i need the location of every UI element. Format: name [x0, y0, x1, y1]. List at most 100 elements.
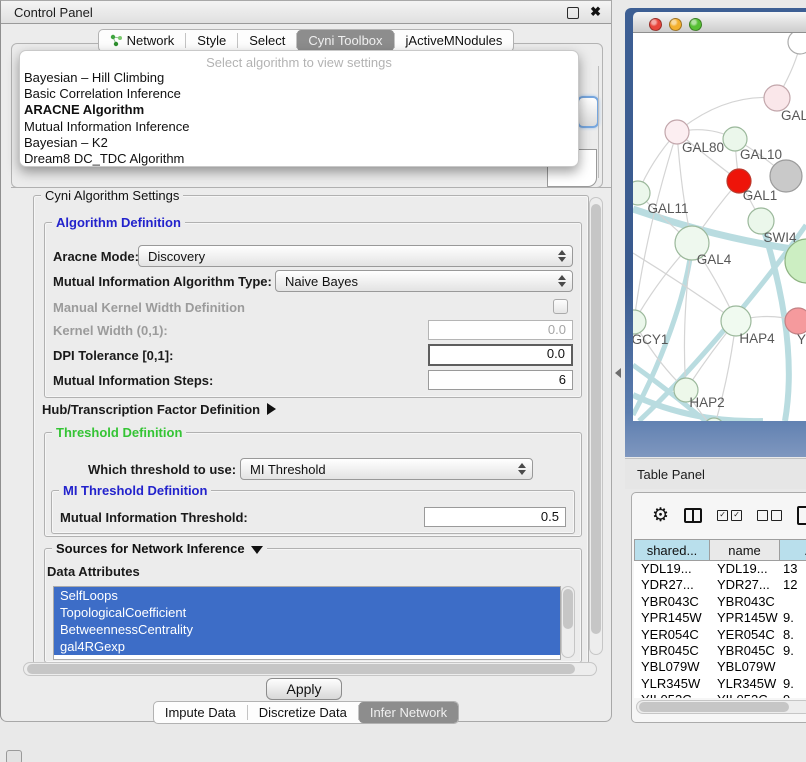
group-title: Threshold Definition [52, 425, 186, 440]
table-cell: 9. [780, 643, 806, 659]
network-node-label: GAL80 [682, 140, 724, 155]
dpi-tolerance-label: DPI Tolerance [0,1]: [53, 348, 173, 363]
network-node-label: HAP2 [689, 395, 724, 410]
algorithm-option[interactable]: Bayesian – K2 [20, 135, 578, 151]
table-cell: YPR145W [634, 610, 710, 626]
close-icon[interactable]: ✖ [590, 4, 601, 20]
network-node-cut-top[interactable] [788, 33, 806, 54]
mi-algorithm-type-label: Mutual Information Algorithm Type: [53, 274, 272, 289]
cyni-bottom-tabbar: Impute Data Discretize DataInfer Network [1, 701, 611, 724]
network-node-GCY1[interactable] [633, 310, 646, 334]
table-cell: 12 [780, 577, 806, 593]
table-row[interactable]: YLR345WYLR345W9. [634, 676, 806, 692]
settings-scrollbar[interactable] [589, 197, 603, 655]
control-panel-title: Control Panel [14, 5, 93, 20]
tab-label: jActiveMNodules [406, 33, 503, 48]
network-node-label: GAL11 [647, 201, 688, 216]
unchecked-boxes-icon[interactable] [757, 510, 782, 521]
table-row[interactable]: YBL079WYBL079W [634, 659, 806, 675]
table-cell: 9. [780, 692, 806, 698]
cyni-settings-panel: Cyni Algorithm Settings Algorithm Defini… [11, 187, 611, 703]
table-icon[interactable] [797, 506, 806, 525]
table-row[interactable]: YIL052CYIL052C9. [634, 692, 806, 698]
float-window-icon[interactable] [567, 7, 579, 19]
algorithm-option[interactable]: Basic Correlation Inference [20, 86, 578, 102]
threshold-definition-group: Threshold Definition Which threshold to … [44, 432, 582, 537]
network-window-titlebar[interactable] [633, 12, 806, 33]
gear-icon[interactable]: ⚙ [652, 506, 669, 525]
algorithm-option[interactable]: Mutual Information Inference [20, 119, 578, 135]
column-header[interactable]: A [780, 539, 806, 561]
mi-threshold-definition-group: MI Threshold Definition Mutual Informati… [51, 490, 575, 534]
sources-expander[interactable]: Sources for Network Inference [52, 541, 267, 556]
mi-threshold-field[interactable]: 0.5 [424, 507, 566, 527]
algorithm-option[interactable]: Bayesian – Hill Climbing [20, 70, 578, 86]
network-node-label: GAL1 [743, 188, 778, 203]
table-cell: YBL079W [710, 659, 780, 675]
tab-discretize-data[interactable]: Discretize Data [248, 702, 358, 723]
zoom-traffic-light-icon[interactable] [689, 18, 702, 31]
aracne-mode-select[interactable]: Discovery [138, 245, 573, 267]
table-row[interactable]: YPR145WYPR145W9. [634, 610, 806, 626]
dropdown-placeholder: Select algorithm to view settings [20, 51, 578, 70]
network-window: GAL7GAL80GAL10GAL1GAL11SWI4GAL4GCY1HAP4Y… [625, 8, 806, 457]
mi-algorithm-type-select[interactable]: Naive Bayes [275, 270, 573, 292]
apply-button[interactable]: Apply [266, 678, 342, 700]
tab-jactivemnodules[interactable]: jActiveMNodules [395, 30, 514, 51]
attribute-item-selected[interactable]: SelfLoops [54, 587, 560, 604]
tab-label: Impute Data [165, 705, 236, 720]
attribute-item-selected[interactable]: gal4RGexp [54, 638, 560, 655]
algorithm-definition-group: Algorithm Definition Aracne Mode: Discov… [44, 222, 582, 398]
mi-steps-field[interactable]: 6 [428, 370, 573, 390]
attributes-scrollbar[interactable] [561, 586, 575, 658]
algorithm-option[interactable]: ARACNE Algorithm [20, 102, 578, 118]
network-edge [677, 97, 777, 132]
table-panel: ⚙ ✓✓ shared...nameA YDL19...YDL19...13YD… [631, 492, 806, 723]
network-node-label: GAL4 [697, 252, 732, 267]
table-row[interactable]: YBR043CYBR043C [634, 594, 806, 610]
kernel-width-label: Kernel Width (0,1): [53, 323, 168, 338]
network-node-salmon-node[interactable] [785, 308, 806, 334]
dpi-tolerance-field[interactable]: 0.0 [428, 344, 573, 366]
collapsed-panel-chip[interactable] [6, 750, 22, 762]
kernel-width-field[interactable]: 0.0 [428, 320, 573, 340]
table-cell [780, 659, 806, 675]
manual-kernel-width-checkbox[interactable] [553, 299, 568, 314]
column-header[interactable]: name [710, 539, 780, 561]
column-header[interactable]: shared... [634, 539, 710, 561]
table-cell: YDL19... [710, 561, 780, 577]
table-row[interactable]: YBR045CYBR045C9. [634, 643, 806, 659]
hub-expander[interactable]: Hub/Transcription Factor Definition [42, 402, 276, 417]
tab-cyni-toolbox[interactable]: Cyni Toolbox [297, 30, 393, 51]
data-attributes-list[interactable]: SelfLoopsTopologicalCoefficientBetweenne… [53, 586, 561, 660]
control-panel-titlebar[interactable]: Control Panel ✖ [1, 1, 611, 24]
table-hscrollbar[interactable] [636, 700, 806, 714]
checked-boxes-icon[interactable]: ✓✓ [717, 510, 742, 521]
tab-style[interactable]: Style [186, 30, 237, 51]
panel-splitter-arrow[interactable] [615, 368, 621, 378]
split-columns-icon[interactable] [684, 508, 702, 523]
data-attributes-label: Data Attributes [47, 564, 140, 579]
mi-threshold-label: Mutual Information Threshold: [60, 510, 248, 525]
algorithm-option[interactable]: Dream8 DC_TDC Algorithm [20, 151, 578, 167]
table-row[interactable]: YER054CYER054C8. [634, 627, 806, 643]
table-row[interactable]: YDR27...YDR27...12 [634, 577, 806, 593]
table-cell [780, 594, 806, 610]
table-cell: YBL079W [634, 659, 710, 675]
table-row[interactable]: YDL19...YDL19...13 [634, 561, 806, 577]
table-panel-titlebar[interactable]: Table Panel [625, 458, 806, 489]
network-canvas[interactable]: GAL7GAL80GAL10GAL1GAL11SWI4GAL4GCY1HAP4Y… [633, 33, 806, 421]
spinner-focused[interactable] [577, 96, 599, 128]
settings-hscrollbar[interactable] [23, 662, 597, 676]
screenshot-root: Control Panel ✖ NetworkStyleSelectCyni T… [0, 0, 806, 762]
attribute-item-selected[interactable]: BetweennessCentrality [54, 621, 560, 638]
which-threshold-select[interactable]: MI Threshold [240, 458, 533, 480]
close-traffic-light-icon[interactable] [649, 18, 662, 31]
tab-select[interactable]: Select [238, 30, 296, 51]
tab-impute-data[interactable]: Impute Data [154, 702, 247, 723]
minimize-traffic-light-icon[interactable] [669, 18, 682, 31]
tab-network[interactable]: Network [99, 30, 186, 51]
attribute-item-selected[interactable]: TopologicalCoefficient [54, 604, 560, 621]
group-title: Algorithm Definition [52, 215, 185, 230]
tab-infer-network[interactable]: Infer Network [359, 702, 458, 723]
